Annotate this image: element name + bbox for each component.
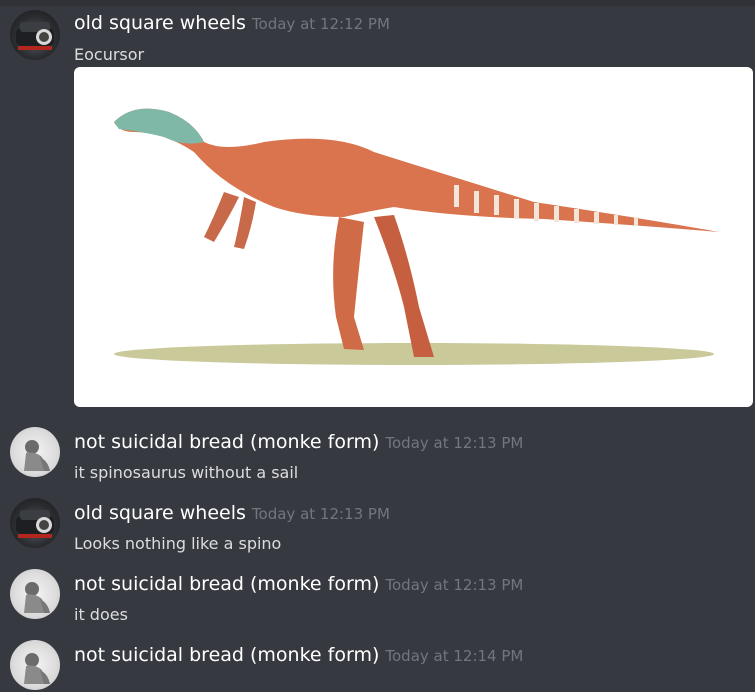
message-header: not suicidal bread (monke form) Today at … <box>74 573 523 595</box>
message-header: old square wheels Today at 12:12 PM <box>74 12 390 34</box>
monkey-avatar-icon[interactable] <box>10 427 60 477</box>
top-border <box>0 0 755 6</box>
username[interactable]: not suicidal bread (monke form) <box>74 573 379 595</box>
timestamp: Today at 12:12 PM <box>251 15 390 33</box>
username[interactable]: old square wheels <box>74 502 246 524</box>
username[interactable]: not suicidal bread (monke form) <box>74 431 379 453</box>
car-avatar-icon[interactable] <box>10 498 60 548</box>
monkey-avatar-icon[interactable] <box>10 640 60 690</box>
monkey-avatar-icon[interactable] <box>10 569 60 619</box>
timestamp: Today at 12:13 PM <box>385 434 524 452</box>
timestamp: Today at 12:13 PM <box>385 576 524 594</box>
dinosaur-image[interactable] <box>74 67 753 407</box>
message-content: it spinosaurus without a sail <box>74 463 299 482</box>
message-content: Looks nothing like a spino <box>74 534 282 553</box>
message-header: old square wheels Today at 12:13 PM <box>74 502 390 524</box>
message-header: not suicidal bread (monke form) Today at … <box>74 431 523 453</box>
message-content: it does <box>74 605 128 624</box>
username[interactable]: not suicidal bread (monke form) <box>74 644 379 666</box>
username[interactable]: old square wheels <box>74 12 246 34</box>
timestamp: Today at 12:13 PM <box>251 505 390 523</box>
car-avatar-icon[interactable] <box>10 10 60 60</box>
timestamp: Today at 12:14 PM <box>385 647 524 665</box>
message-header: not suicidal bread (monke form) Today at … <box>74 644 523 666</box>
message-content: Eocursor <box>74 45 145 64</box>
